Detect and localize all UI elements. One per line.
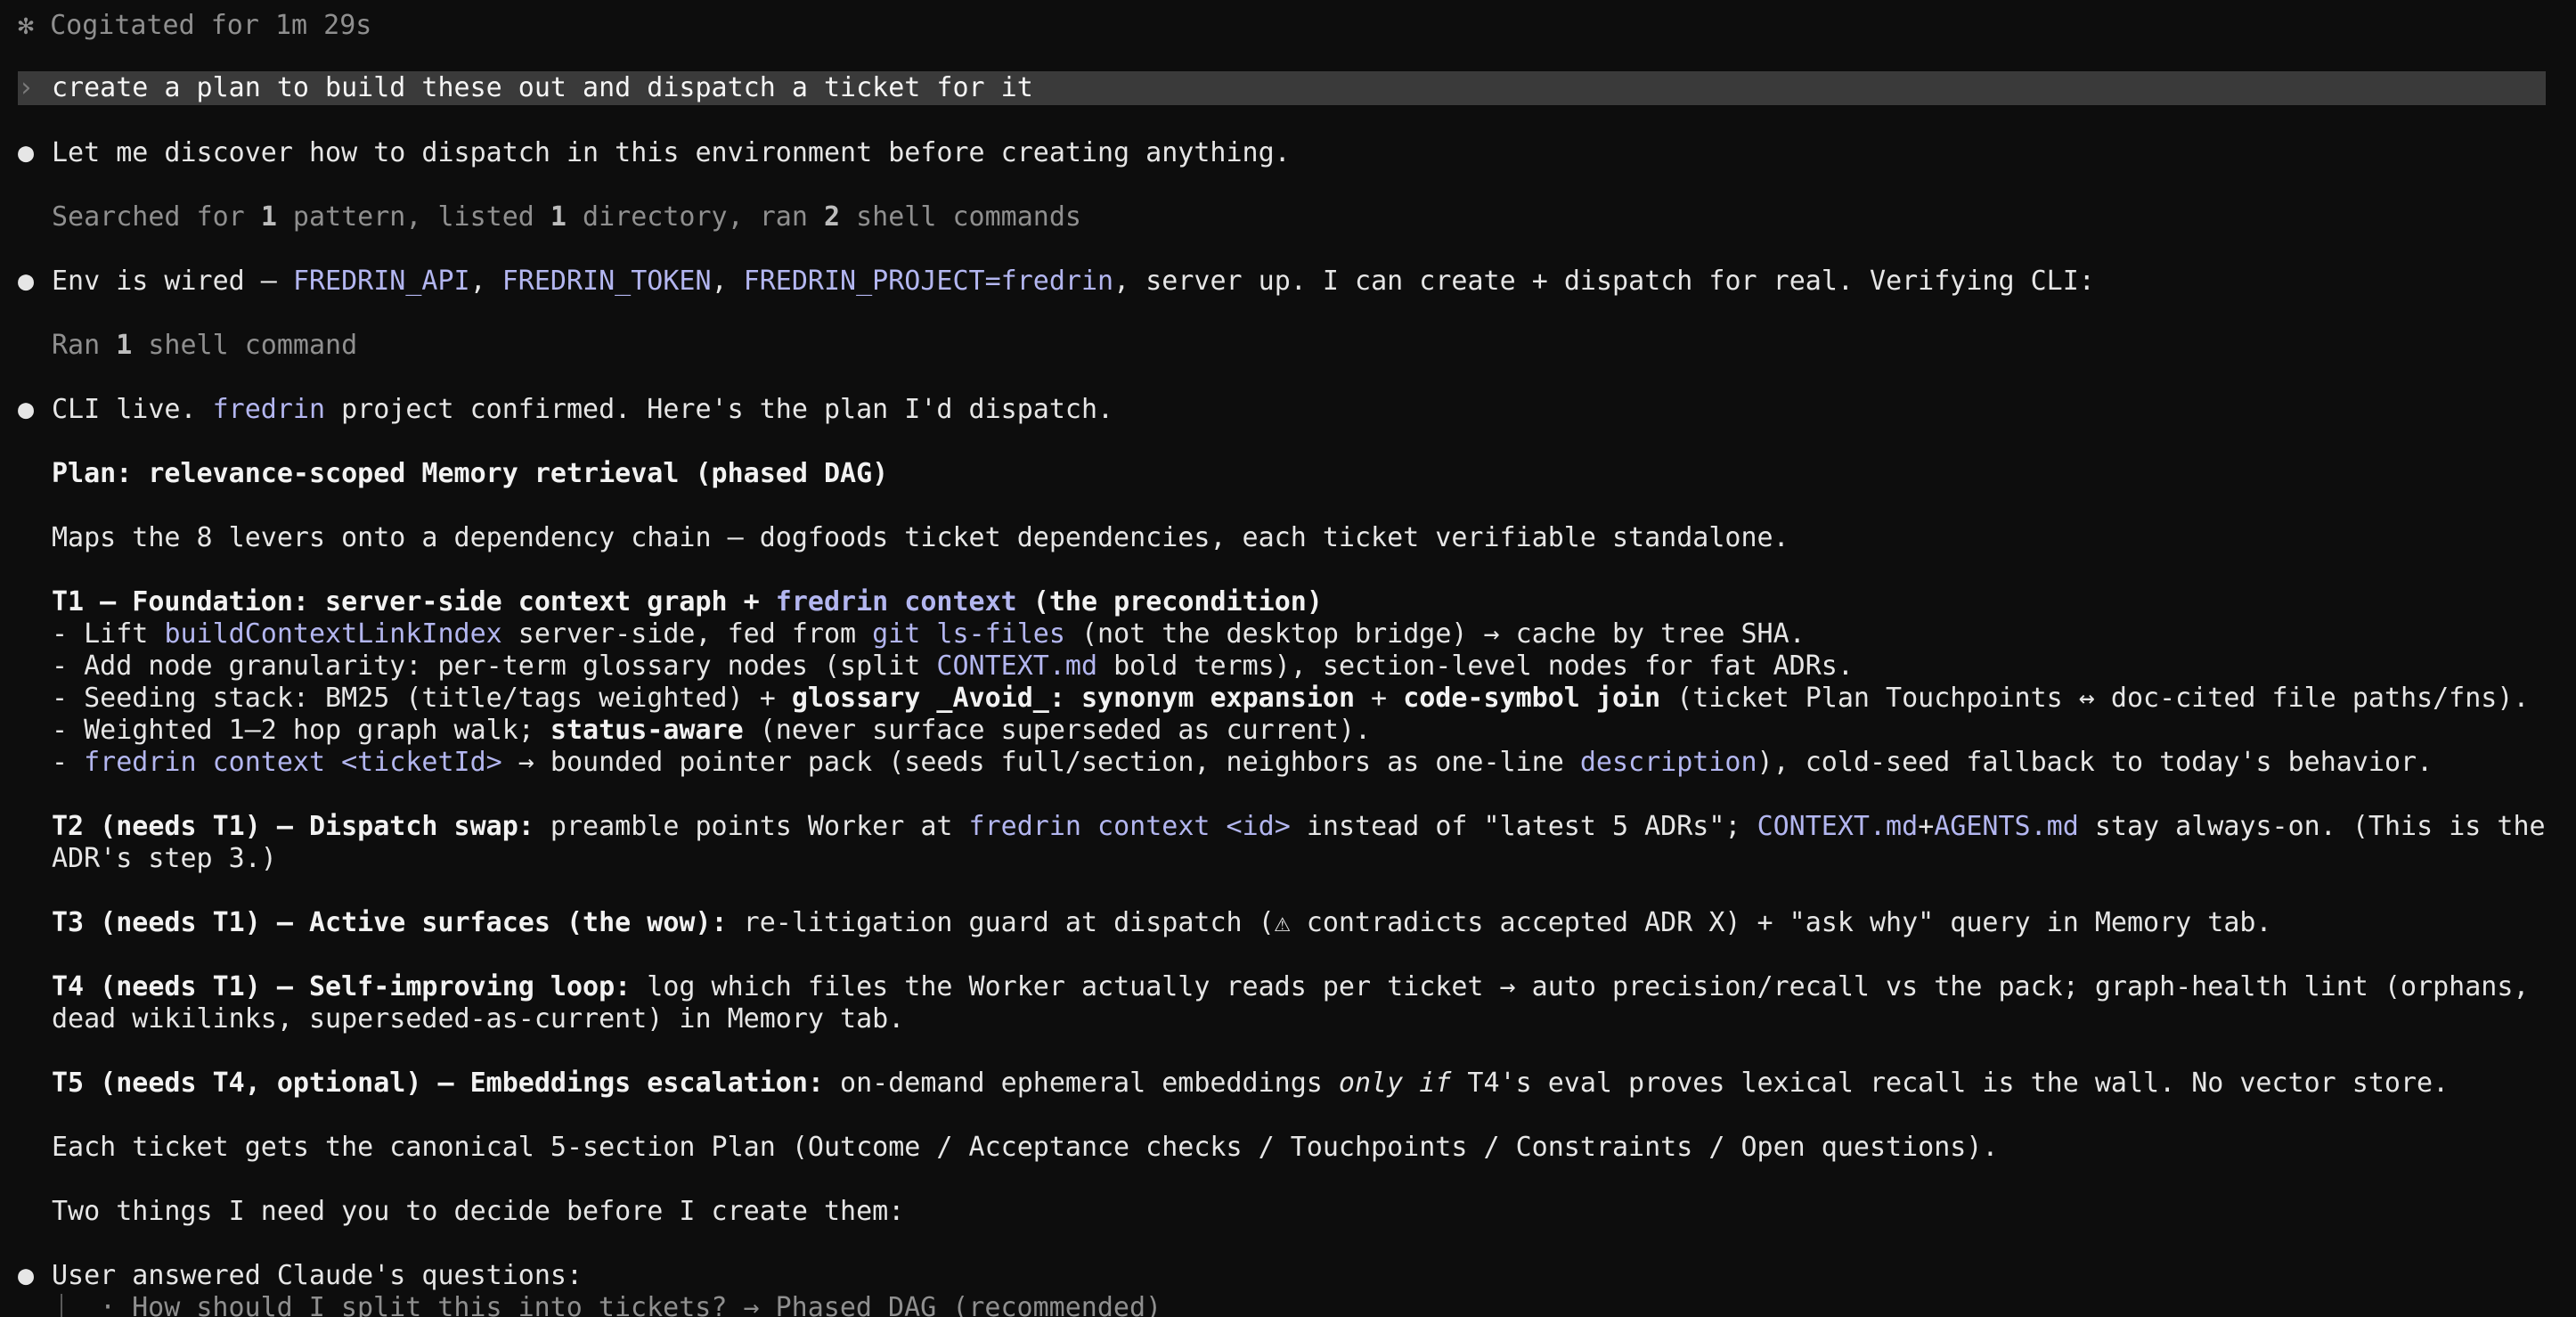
paragraph-text: re-litigation guard at dispatch (⚠ contr… bbox=[727, 907, 2272, 938]
tool-summary-text: Searched for bbox=[52, 201, 261, 233]
tool-summary[interactable]: Searched for 1 pattern, listed 1 directo… bbox=[52, 201, 1081, 233]
tool-summary-text: directory, ran bbox=[566, 201, 824, 233]
inline-code: fredrin context <ticketId> bbox=[84, 747, 502, 778]
item-text: - bbox=[52, 747, 85, 778]
bullet-icon: ● bbox=[18, 266, 35, 297]
paragraph-text: preamble points Worker at bbox=[534, 811, 969, 842]
inline-code: FREDRIN_TOKEN bbox=[501, 266, 712, 297]
tool-count: 2 bbox=[823, 201, 841, 233]
user-prompt-text: create a plan to build these out and dis… bbox=[52, 72, 1033, 103]
paragraph-text: on-demand ephemeral embeddings bbox=[823, 1068, 1339, 1099]
asterisk-icon: ✻ bbox=[18, 10, 35, 41]
heading-text: (the precondition) bbox=[1016, 586, 1323, 618]
plan-summary: Each ticket gets the canonical 5-section… bbox=[52, 1132, 1999, 1163]
message-text: Env is wired — bbox=[52, 266, 293, 297]
heading-text: T5 (needs T4, optional) — Embeddings esc… bbox=[52, 1068, 824, 1099]
item-text: bold terms), section-level nodes for fat… bbox=[1097, 650, 1854, 682]
assistant-message: Let me discover how to dispatch in this … bbox=[52, 137, 1291, 168]
paragraph-text: stay always-on. (This is the bbox=[2078, 811, 2546, 842]
plan-intro: Maps the 8 levers onto a dependency chai… bbox=[52, 522, 1789, 553]
t1-heading: T1 — Foundation: server-side context gra… bbox=[52, 586, 1323, 618]
t1-item: - Lift buildContextLinkIndex server-side… bbox=[52, 618, 1806, 650]
tool-count: 1 bbox=[260, 201, 277, 233]
t1-item: - Weighted 1–2 hop graph walk; status-aw… bbox=[52, 715, 1371, 747]
t2-paragraph-cont: ADR's step 3.) bbox=[52, 843, 277, 874]
message-text: CLI live. bbox=[52, 394, 213, 425]
paragraph-text: instead of "latest 5 ADRs"; bbox=[1290, 811, 1757, 842]
emphasis-text: code-symbol join bbox=[1403, 683, 1661, 714]
chevron-right-icon: › bbox=[18, 72, 35, 103]
bullet-icon: ● bbox=[18, 1260, 35, 1291]
inline-code: description bbox=[1579, 747, 1757, 778]
item-text: - Seeding stack: BM25 (title/tags weight… bbox=[52, 683, 792, 714]
message-text: , server up. I can create + dispatch for… bbox=[1113, 266, 2095, 297]
tool-summary-text: shell command bbox=[132, 330, 358, 361]
tool-summary[interactable]: Ran 1 shell command bbox=[52, 330, 357, 362]
item-text: ), cold-seed fallback to today's behavio… bbox=[1757, 747, 2433, 778]
assistant-message: Env is wired — FREDRIN_API, FREDRIN_TOKE… bbox=[52, 266, 2095, 298]
t4-paragraph-cont: dead wikilinks, superseded-as-current) i… bbox=[52, 1003, 905, 1035]
decision-prompt: Two things I need you to decide before I… bbox=[52, 1196, 905, 1227]
emphasis-text: only if bbox=[1338, 1068, 1452, 1099]
inline-code: AGENTS.md bbox=[1934, 811, 2079, 842]
tool-summary-text: Ran bbox=[52, 330, 117, 361]
inline-code: CONTEXT.md bbox=[1757, 811, 1919, 842]
item-text: - Add node granularity: per-term glossar… bbox=[52, 650, 937, 682]
t2-paragraph: T2 (needs T1) — Dispatch swap: preamble … bbox=[52, 811, 2546, 843]
item-text: - Lift bbox=[52, 618, 165, 650]
paragraph-text: + bbox=[1918, 811, 1935, 842]
bullet-icon: ● bbox=[18, 394, 35, 425]
thinking-status-text: Cogitated for 1m 29s bbox=[50, 10, 372, 41]
t3-paragraph: T3 (needs T1) — Active surfaces (the wow… bbox=[52, 907, 2272, 939]
bullet-icon: ● bbox=[18, 137, 35, 168]
user-answered-header: User answered Claude's questions: bbox=[52, 1260, 583, 1291]
item-text: (never surface superseded as current). bbox=[743, 715, 1372, 746]
paragraph-text: log which files the Worker actually read… bbox=[631, 971, 2530, 1002]
heading-text: T3 (needs T1) — Active surfaces (the wow… bbox=[52, 907, 728, 938]
emphasis-text: synonym expansion bbox=[1080, 683, 1355, 714]
plan-title: Plan: relevance-scoped Memory retrieval … bbox=[52, 458, 889, 489]
item-text: (ticket Plan Touchpoints ↔ doc-cited fil… bbox=[1660, 683, 2530, 714]
emphasis-text: glossary _Avoid_: bbox=[791, 683, 1065, 714]
tool-summary-text: pattern, listed bbox=[276, 201, 550, 233]
t1-item: - Add node granularity: per-term glossar… bbox=[52, 650, 1854, 683]
thinking-status: ✻ Cogitated for 1m 29s bbox=[18, 10, 371, 42]
item-text: - Weighted 1–2 hop graph walk; bbox=[52, 715, 550, 746]
emphasis-text: status-aware bbox=[550, 715, 744, 746]
heading-text: T2 (needs T1) — Dispatch swap: bbox=[52, 811, 534, 842]
t5-paragraph: T5 (needs T4, optional) — Embeddings esc… bbox=[52, 1068, 2449, 1100]
answer-item: · How should I split this into tickets? … bbox=[100, 1292, 1162, 1317]
item-text: (not the desktop bridge) → cache by tree… bbox=[1064, 618, 1806, 650]
paragraph-text: T4's eval proves lexical recall is the w… bbox=[1451, 1068, 2450, 1099]
item-text bbox=[1065, 683, 1081, 714]
t1-item: - fredrin context <ticketId> → bounded p… bbox=[52, 747, 2433, 779]
message-text: , bbox=[711, 266, 744, 297]
item-text: server-side, fed from bbox=[501, 618, 873, 650]
inline-code: fredrin context bbox=[775, 586, 1017, 618]
inline-code: git ls-files bbox=[872, 618, 1065, 650]
t4-paragraph: T4 (needs T1) — Self-improving loop: log… bbox=[52, 971, 2529, 1003]
inline-code: buildContextLinkIndex bbox=[164, 618, 502, 650]
inline-code: CONTEXT.md bbox=[936, 650, 1098, 682]
t1-item: - Seeding stack: BM25 (title/tags weight… bbox=[52, 683, 2530, 715]
item-text: + bbox=[1355, 683, 1404, 714]
assistant-message: CLI live. fredrin project confirmed. Her… bbox=[52, 394, 1113, 426]
message-text: project confirmed. Here's the plan I'd d… bbox=[325, 394, 1114, 425]
inline-code: fredrin context <id> bbox=[968, 811, 1291, 842]
tree-guide-line bbox=[61, 1294, 62, 1317]
terminal-transcript: ✻ Cogitated for 1m 29s › create a plan t… bbox=[0, 0, 2576, 1317]
item-text: → bounded pointer pack (seeds full/secti… bbox=[501, 747, 1580, 778]
tool-count: 1 bbox=[550, 201, 567, 233]
inline-code: FREDRIN_PROJECT=fredrin bbox=[743, 266, 1114, 297]
heading-text: T4 (needs T1) — Self-improving loop: bbox=[52, 971, 632, 1002]
message-text: , bbox=[469, 266, 502, 297]
inline-code: FREDRIN_API bbox=[292, 266, 470, 297]
inline-code: fredrin bbox=[212, 394, 326, 425]
tool-count: 1 bbox=[116, 330, 133, 361]
heading-text: T1 — Foundation: server-side context gra… bbox=[52, 586, 776, 618]
tool-summary-text: shell commands bbox=[840, 201, 1081, 233]
